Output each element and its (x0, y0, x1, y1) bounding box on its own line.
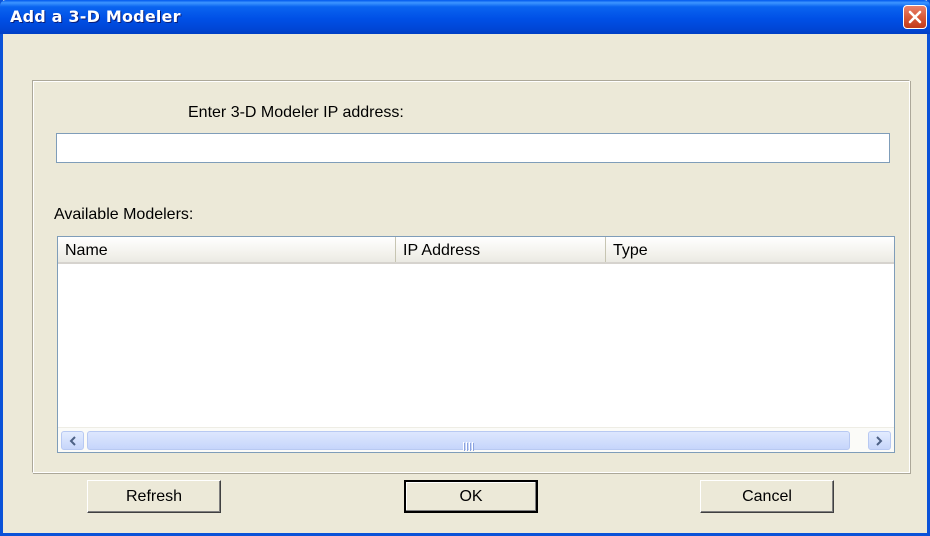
horizontal-scrollbar[interactable] (58, 427, 894, 452)
scroll-left-button[interactable] (61, 431, 84, 450)
arrow-right-icon (876, 436, 883, 446)
window-title: Add a 3-D Modeler (10, 7, 181, 26)
ok-button[interactable]: OK (404, 480, 538, 513)
available-modelers-label: Available Modelers: (54, 206, 194, 223)
scroll-grip-icon (463, 437, 475, 452)
modelers-list[interactable]: Name IP Address Type (57, 236, 895, 453)
column-header-name[interactable]: Name (58, 237, 396, 262)
list-body[interactable] (58, 264, 894, 428)
scrollbar-thumb[interactable] (87, 431, 850, 450)
list-header: Name IP Address Type (58, 237, 894, 264)
close-icon (908, 10, 922, 24)
ip-address-input[interactable] (56, 133, 890, 163)
ip-address-label: Enter 3-D Modeler IP address: (188, 104, 404, 121)
cancel-button[interactable]: Cancel (700, 480, 834, 513)
close-button[interactable] (903, 5, 927, 29)
arrow-left-icon (69, 436, 76, 446)
scroll-right-button[interactable] (868, 431, 891, 450)
title-bar[interactable]: Add a 3-D Modeler (0, 0, 930, 34)
column-header-ip-address[interactable]: IP Address (396, 237, 606, 262)
column-header-type[interactable]: Type (606, 237, 894, 262)
refresh-button[interactable]: Refresh (87, 480, 221, 513)
